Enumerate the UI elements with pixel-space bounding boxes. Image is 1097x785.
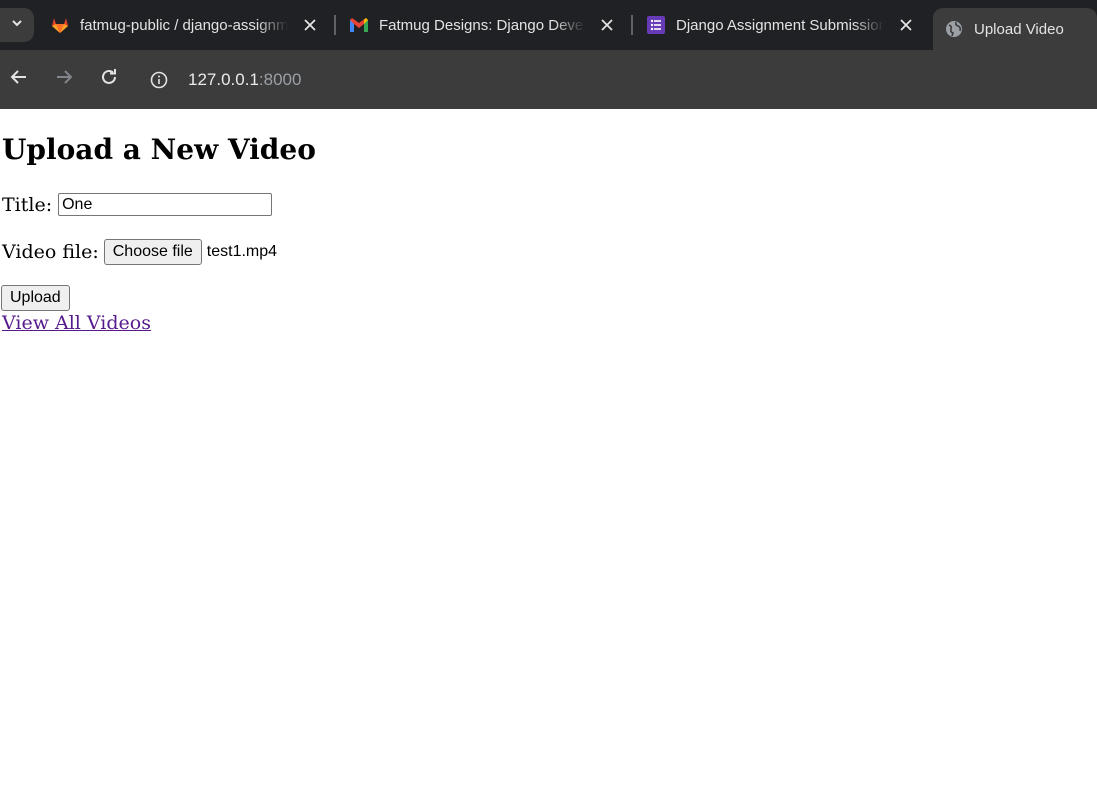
close-icon[interactable]	[300, 15, 320, 35]
reload-icon	[100, 68, 118, 91]
title-input[interactable]	[58, 193, 273, 216]
view-all-videos-link[interactable]: View All Videos	[2, 312, 151, 334]
close-icon[interactable]	[896, 15, 916, 35]
address-bar[interactable]: 127.0.0.1:8000	[148, 64, 301, 96]
tab-search-button[interactable]	[0, 8, 34, 42]
file-row: Video file: Choose file test1.mp4	[2, 239, 277, 265]
video-file-label: Video file:	[2, 241, 99, 263]
arrow-left-icon	[10, 68, 28, 91]
chevron-down-icon	[10, 16, 24, 35]
selected-file-name: test1.mp4	[206, 243, 278, 260]
tab-title: fatmug-public / django-assignm	[80, 16, 288, 34]
forward-button[interactable]	[52, 67, 76, 91]
url-port: :8000	[258, 70, 302, 89]
url-host: 127.0.0.1	[188, 70, 259, 89]
page-heading: Upload a New Video	[2, 133, 316, 166]
browser-toolbar: 127.0.0.1:8000	[0, 50, 1097, 109]
close-icon[interactable]	[597, 15, 617, 35]
arrow-right-icon	[55, 68, 73, 91]
info-icon[interactable]	[148, 69, 170, 91]
browser-tab-bar: fatmug-public / django-assignm Fatmug De…	[0, 0, 1097, 50]
tab-google-forms[interactable]: Django Assignment Submission	[646, 8, 916, 42]
gitlab-icon	[50, 15, 70, 35]
choose-file-button[interactable]: Choose file	[103, 239, 202, 265]
tab-title: Upload Video	[974, 20, 1064, 38]
reload-button[interactable]	[97, 67, 121, 91]
tab-gmail[interactable]: Fatmug Designs: Django Develo	[349, 8, 617, 42]
tab-separator	[631, 15, 633, 35]
globe-icon	[944, 19, 964, 39]
upload-button[interactable]: Upload	[1, 285, 70, 311]
forms-icon	[646, 15, 666, 35]
tab-gitlab[interactable]: fatmug-public / django-assignm	[50, 8, 320, 42]
tab-title: Fatmug Designs: Django Develo	[379, 16, 585, 34]
back-button[interactable]	[7, 67, 31, 91]
page-content: Upload a New Video Title: Video file: Ch…	[0, 109, 1097, 785]
title-label: Title:	[2, 193, 53, 216]
tab-separator	[334, 15, 336, 35]
tab-title: Django Assignment Submission	[676, 16, 884, 34]
gmail-icon	[349, 15, 369, 35]
title-row: Title:	[2, 193, 273, 216]
tab-upload-video[interactable]: Upload Video	[933, 8, 1097, 50]
